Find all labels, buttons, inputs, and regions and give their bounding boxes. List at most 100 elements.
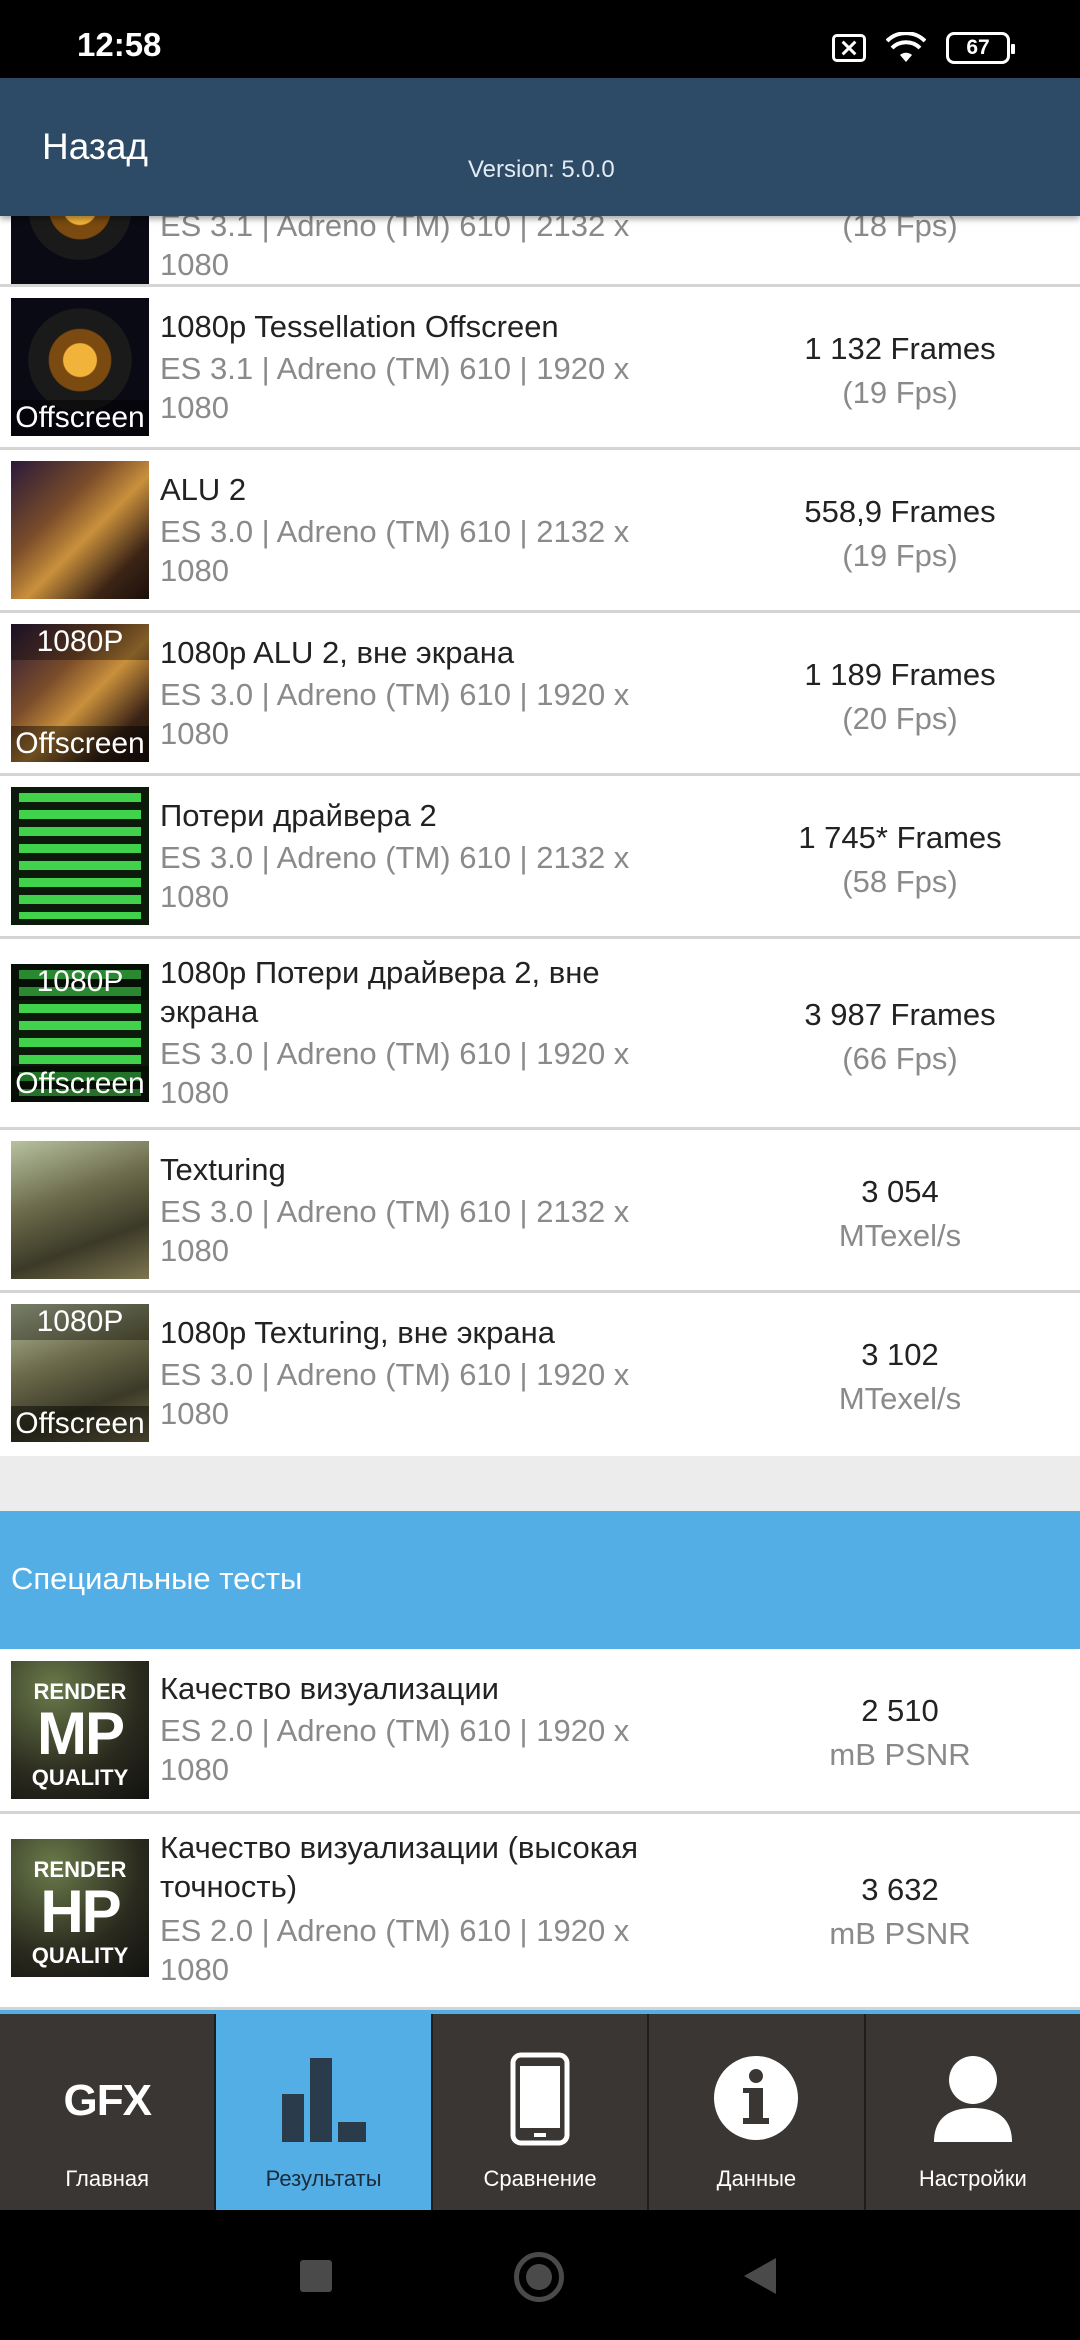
test-details-line: 1080 xyxy=(160,247,229,282)
tab-settings[interactable]: Настройки xyxy=(865,2014,1080,2210)
test-details-line: 1080 xyxy=(160,1752,229,1787)
info-icon xyxy=(714,2056,799,2140)
wifi-icon xyxy=(886,32,926,62)
test-name-line: точность) xyxy=(160,1869,298,1904)
test-unit: mB PSNR xyxy=(829,1737,971,1772)
test-score: 2 510 xyxy=(861,1693,939,1728)
thumbnail-label: HP xyxy=(40,1878,121,1945)
test-fps: (66 Fps) xyxy=(842,1041,958,1076)
test-details-line: ES 3.0 | Adreno (TM) 610 | 1920 x xyxy=(160,677,630,712)
tab-label: Главная xyxy=(65,2166,150,2191)
list-item[interactable]: 1080P Offscreen 1080p Потери драйвера 2,… xyxy=(0,939,1080,1130)
test-details-line: 1080 xyxy=(160,1233,229,1268)
thumbnail-label: Offscreen xyxy=(11,1406,149,1442)
test-details: ES 3.0 | Adreno (TM) 610 | 1920 x 1080 xyxy=(160,1034,680,1112)
test-details: ES 3.1 | Adreno (TM) 610 | 1920 x 1080 xyxy=(160,349,680,427)
test-details-line: 1080 xyxy=(160,553,229,588)
test-details-line: 1080 xyxy=(160,1952,229,1987)
thumbnail-label: QUALITY xyxy=(31,1943,129,1968)
tab-label: Настройки xyxy=(918,2166,1027,2191)
test-name: Качество визуализации (высокая точность) xyxy=(160,1828,720,1906)
thumbnail-label: Offscreen xyxy=(11,726,149,762)
test-details: ES 3.0 | Adreno (TM) 610 | 2132 x 1080 xyxy=(160,838,680,916)
test-details: ES 2.0 | Adreno (TM) 610 | 1920 x 1080 xyxy=(160,1911,680,1989)
tab-home[interactable]: GFX Главная xyxy=(0,2014,217,2210)
list-item[interactable]: 1080P Offscreen 1080p Texturing, вне экр… xyxy=(0,1293,1080,1456)
test-name: Качество визуализации xyxy=(160,1671,499,1706)
render-quality-thumbnail: RENDER MP QUALITY xyxy=(11,1661,149,1799)
render-quality-thumbnail: RENDER HP QUALITY xyxy=(11,1839,149,1977)
test-details: ES 3.1 | Adreno (TM) 610 | 2132 x 1080 xyxy=(160,206,680,284)
thumbnail-label: QUALITY xyxy=(31,1765,129,1790)
test-name: 1080p ALU 2, вне экрана xyxy=(160,635,515,670)
test-details-line: ES 3.0 | Adreno (TM) 610 | 2132 x xyxy=(160,514,630,549)
test-details: ES 3.0 | Adreno (TM) 610 | 2132 x 1080 xyxy=(160,512,680,590)
test-score: 3 054 xyxy=(861,1174,939,1209)
list-item[interactable]: 1080P Offscreen 1080p ALU 2, вне экрана … xyxy=(0,613,1080,776)
results-list[interactable]: ES 3.1 | Adreno (TM) 610 | 2132 x 1080 (… xyxy=(0,200,1080,2010)
test-name: Потери драйвера 2 xyxy=(160,798,437,833)
test-name-line: 1080p Потери драйвера 2, вне xyxy=(160,955,600,990)
list-item[interactable]: ALU 2 ES 3.0 | Adreno (TM) 610 | 2132 x … xyxy=(0,450,1080,613)
test-score: 3 632 xyxy=(861,1872,939,1907)
test-thumbnail xyxy=(11,461,149,599)
system-nav-bar xyxy=(0,2210,1080,2340)
list-item[interactable]: Offscreen 1080p Tessellation Offscreen E… xyxy=(0,287,1080,450)
test-details-line: ES 3.0 | Adreno (TM) 610 | 2132 x xyxy=(160,1194,630,1229)
bar-chart-icon xyxy=(281,2058,366,2142)
status-icons: 67 xyxy=(832,30,1015,66)
phone-icon xyxy=(510,2052,570,2146)
status-bar: 12:58 67 xyxy=(0,0,1080,78)
test-fps: (19 Fps) xyxy=(842,375,958,410)
list-item[interactable]: Texturing ES 3.0 | Adreno (TM) 610 | 213… xyxy=(0,1130,1080,1293)
version-label: Version: 5.0.0 xyxy=(468,156,615,183)
test-unit: MTexel/s xyxy=(838,1381,962,1416)
tab-info[interactable]: Данные xyxy=(649,2014,866,2210)
test-fps: (19 Fps) xyxy=(842,538,958,573)
test-thumbnail: 1080P Offscreen xyxy=(11,1304,149,1442)
section-header: Специальные тесты xyxy=(0,1511,1080,1649)
test-details-line: 1080 xyxy=(160,390,229,425)
test-score: 1 745* Frames xyxy=(798,820,1002,855)
tab-label: Сравнение xyxy=(483,2166,597,2191)
test-name: Texturing xyxy=(160,1152,286,1187)
test-details-line: ES 3.1 | Adreno (TM) 610 | 1920 x xyxy=(160,351,630,386)
test-details: ES 3.0 | Adreno (TM) 610 | 2132 x 1080 xyxy=(160,1192,680,1270)
battery-level: 67 xyxy=(966,36,990,59)
test-name: ALU 2 xyxy=(160,472,247,507)
test-details-line: 1080 xyxy=(160,879,229,914)
recents-button[interactable] xyxy=(300,2260,332,2292)
list-item[interactable]: Потери драйвера 2 ES 3.0 | Adreno (TM) 6… xyxy=(0,776,1080,939)
test-details-line: 1080 xyxy=(160,716,229,751)
test-score: 558,9 Frames xyxy=(804,494,996,529)
test-score: 1 189 Frames xyxy=(804,657,996,692)
section-spacer xyxy=(0,1456,1080,1511)
list-item[interactable]: RENDER MP QUALITY Качество визуализации … xyxy=(0,1649,1080,1814)
test-details: ES 2.0 | Adreno (TM) 610 | 1920 x 1080 xyxy=(160,1711,680,1789)
test-name: 1080p Потери драйвера 2, вне экрана xyxy=(160,953,720,1031)
thumbnail-label: Offscreen xyxy=(11,400,149,436)
test-score: 1 132 Frames xyxy=(804,331,996,366)
test-unit: mB PSNR xyxy=(829,1916,971,1951)
test-name-line: экрана xyxy=(160,994,259,1029)
test-details-line: ES 3.0 | Adreno (TM) 610 | 1920 x xyxy=(160,1036,630,1071)
test-thumbnail: 1080P Offscreen xyxy=(11,624,149,762)
gfx-logo-icon: GFX xyxy=(63,2076,151,2125)
user-icon xyxy=(933,2056,1012,2142)
thumbnail-label: MP xyxy=(37,1700,125,1767)
battery-icon: 67 xyxy=(946,32,1015,64)
test-name: 1080p Tessellation Offscreen xyxy=(160,309,559,344)
back-nav-button[interactable] xyxy=(744,2258,776,2294)
back-button[interactable]: Назад xyxy=(42,126,148,168)
status-time: 12:58 xyxy=(77,26,162,63)
test-thumbnail: Offscreen xyxy=(11,298,149,436)
test-details: ES 3.0 | Adreno (TM) 610 | 1920 x 1080 xyxy=(160,675,680,753)
thumbnail-label: 1080P xyxy=(11,624,149,660)
notification-x-icon xyxy=(832,34,866,62)
test-details-line: 1080 xyxy=(160,1396,229,1431)
home-button[interactable] xyxy=(514,2252,564,2302)
list-item[interactable]: RENDER HP QUALITY Качество визуализации … xyxy=(0,1814,1080,2010)
tab-results[interactable]: Результаты xyxy=(216,2014,433,2210)
tab-compare[interactable]: Сравнение xyxy=(432,2014,650,2210)
test-details-line: 1080 xyxy=(160,1075,229,1110)
